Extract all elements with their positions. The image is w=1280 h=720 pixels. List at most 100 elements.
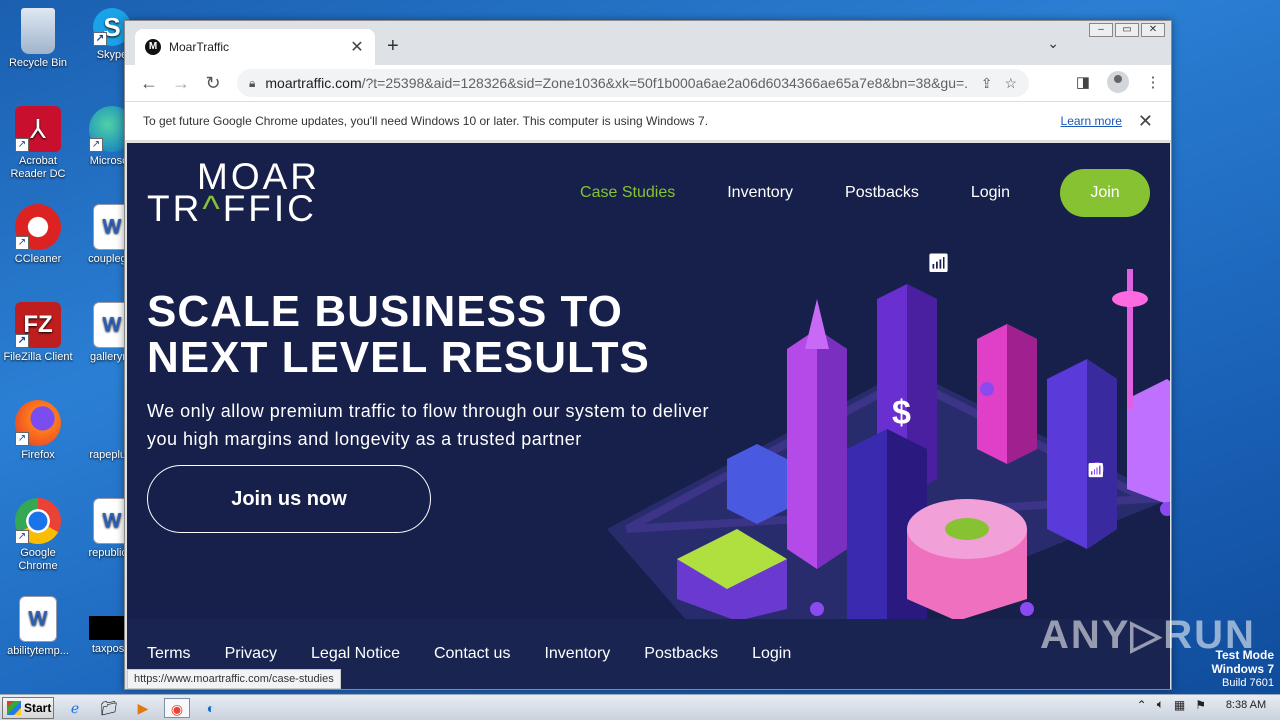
tray-expand-icon[interactable]: ⌃: [1137, 698, 1147, 712]
footer-login-link[interactable]: Login: [752, 645, 791, 663]
address-bar[interactable]: 🔒︎ moartraffic.com/?t=25398&aid=128326&s…: [237, 69, 1029, 97]
desktop-icon-recycle-bin[interactable]: Recycle Bin: [0, 8, 76, 70]
footer-inventory-link[interactable]: Inventory: [544, 645, 610, 663]
share-icon[interactable]: ⇪: [981, 75, 993, 92]
hero-title-line: SCALE BUSINESS TO: [147, 287, 623, 336]
maximize-icon[interactable]: ▭: [1115, 23, 1139, 37]
logo-caret: ^: [202, 188, 223, 229]
desktop-icon-acrobat[interactable]: ⅄ ↗ Acrobat Reader DC: [0, 106, 76, 181]
ccleaner-icon: ↗: [15, 204, 61, 250]
action-center-flag-icon[interactable]: ⚑: [1195, 698, 1206, 712]
desktop-icon-firefox[interactable]: ↗ Firefox: [0, 400, 76, 462]
edge-taskbar-icon[interactable]: ◐: [198, 698, 224, 718]
desktop-icon-label: Recycle Bin: [8, 57, 68, 69]
url-host: moartraffic.com: [265, 75, 362, 91]
browser-window: M MoarTraffic ✕ + ⌄ – ▭ ✕ ← → ↻ 🔒︎ moart…: [124, 20, 1172, 690]
network-icon[interactable]: ▦: [1174, 698, 1185, 712]
chrome-taskbar-icon[interactable]: ◉: [164, 697, 190, 718]
reload-icon[interactable]: ↻: [197, 73, 229, 94]
word-document-icon: W: [19, 596, 57, 642]
footer-privacy-link[interactable]: Privacy: [225, 645, 277, 663]
nav-login[interactable]: Login: [971, 184, 1010, 202]
chrome-icon: ↗: [15, 498, 61, 544]
file-explorer-icon[interactable]: 📁︎: [96, 698, 122, 718]
media-player-icon[interactable]: ▶: [130, 698, 156, 718]
window-controls: – ▭ ✕: [1083, 21, 1171, 39]
internet-explorer-icon[interactable]: ℯ: [62, 698, 88, 718]
desktop-icon-label: Acrobat Reader DC: [10, 155, 66, 180]
toolbar-right: ◨ ⋮: [1073, 71, 1163, 93]
hero-title: SCALE BUSINESS TO NEXT LEVEL RESULTS: [147, 289, 650, 381]
desktop-icon-abilitytemp[interactable]: W abilitytemp...: [0, 596, 76, 658]
status-bar-url: https://www.moartraffic.com/case-studies: [127, 669, 341, 689]
footer-legal-notice-link[interactable]: Legal Notice: [311, 645, 400, 663]
filezilla-icon: FZ ↗: [15, 302, 61, 348]
test-mode-line: Windows 7: [1211, 662, 1274, 676]
volume-icon[interactable]: 🔈︎: [1157, 697, 1164, 712]
kebab-menu-icon[interactable]: ⋮: [1143, 73, 1163, 91]
site-nav: Case Studies Inventory Postbacks Login J…: [580, 169, 1150, 217]
web-page: MOAR TR ^ FFIC Case Studies Inventory Post…: [127, 143, 1170, 689]
start-label: Start: [24, 700, 52, 715]
firefox-icon: ↗: [15, 400, 61, 446]
desktop-icon-chrome[interactable]: ↗ Google Chrome: [0, 498, 76, 573]
close-window-icon[interactable]: ✕: [1141, 23, 1165, 37]
infobar-message: To get future Google Chrome updates, you…: [143, 114, 709, 128]
nav-postbacks[interactable]: Postbacks: [845, 184, 919, 202]
windows-logo-icon: [7, 700, 21, 715]
nav-inventory[interactable]: Inventory: [727, 184, 793, 202]
test-mode-line: Build 7601: [1222, 677, 1274, 689]
tab-bar: M MoarTraffic ✕ + ⌄: [125, 21, 1171, 65]
wifi-icon: 📶︎: [1087, 462, 1105, 478]
tab-moartraffic[interactable]: M MoarTraffic ✕: [135, 29, 375, 65]
wifi-icon: 📶︎: [927, 253, 950, 273]
forward-arrow-icon[interactable]: →: [165, 73, 197, 94]
desktop-icon-label: Firefox: [21, 449, 55, 461]
desktop-icon-label: Skype: [96, 49, 128, 61]
footer-postbacks-link[interactable]: Postbacks: [644, 645, 718, 663]
url-text[interactable]: moartraffic.com/?t=25398&aid=128326&sid=…: [265, 75, 968, 91]
recycle-bin-icon: [21, 8, 55, 54]
test-mode-line: Test Mode: [1215, 648, 1274, 662]
logo-part: TR: [147, 188, 203, 229]
site-favicon-icon: M: [145, 39, 161, 55]
desktop-icon-ccleaner[interactable]: ↗ CCleaner: [0, 204, 76, 266]
update-infobar: To get future Google Chrome updates, you…: [125, 101, 1171, 141]
join-us-now-button[interactable]: Join us now: [147, 465, 431, 533]
hero-subtitle-line: We only allow premium traffic to flow th…: [147, 401, 710, 421]
acrobat-icon: ⅄ ↗: [15, 106, 61, 152]
taskbar-clock[interactable]: 8:38 AM: [1216, 699, 1276, 711]
moartraffic-logo[interactable]: MOAR TR ^ FFIC: [147, 158, 320, 229]
test-mode-notice: Test Mode Windows 7 Build 7601: [1211, 648, 1274, 690]
desktop-icon-label: Google Chrome: [18, 547, 58, 572]
profile-avatar-icon[interactable]: [1107, 71, 1129, 93]
nav-case-studies[interactable]: Case Studies: [580, 184, 675, 202]
taskbar: Start ℯ 📁︎ ▶ ◉ ◐ ⌃ 🔈︎ ▦ ⚑ 8:38 AM: [0, 694, 1280, 720]
hero-title-line: NEXT LEVEL RESULTS: [147, 333, 650, 382]
tab-title: MoarTraffic: [169, 40, 230, 54]
hero-subtitle-line: you high margins and longevity as a trus…: [147, 429, 582, 449]
tab-search-chevron-down-icon[interactable]: ⌄: [1047, 35, 1059, 52]
learn-more-link[interactable]: Learn more: [1061, 114, 1122, 128]
back-arrow-icon[interactable]: ←: [133, 73, 165, 94]
desktop-icon-filezilla[interactable]: FZ ↗ FileZilla Client: [0, 302, 76, 364]
new-tab-icon[interactable]: +: [387, 35, 399, 58]
logo-line2: TR ^ FFIC: [147, 188, 320, 229]
desktop-icon-label: FileZilla Client: [3, 351, 73, 363]
close-tab-icon[interactable]: ✕: [349, 37, 365, 57]
lock-icon[interactable]: 🔒︎: [249, 76, 255, 91]
desktop-icon-label: abilitytemp...: [7, 645, 69, 657]
join-button[interactable]: Join: [1060, 169, 1150, 217]
start-button[interactable]: Start: [2, 696, 54, 719]
system-tray: ⌃ 🔈︎ ▦ ⚑ 8:38 AM: [1137, 697, 1276, 712]
minimize-icon[interactable]: –: [1089, 23, 1113, 37]
desktop-icon-label: CCleaner: [14, 253, 62, 265]
dollar-sign-icon: $: [892, 394, 911, 432]
footer-contact-link[interactable]: Contact us: [434, 645, 510, 663]
hero-subtitle: We only allow premium traffic to flow th…: [147, 397, 807, 453]
side-panel-icon[interactable]: ◨: [1073, 73, 1093, 91]
browser-toolbar: ← → ↻ 🔒︎ moartraffic.com/?t=25398&aid=12…: [125, 65, 1171, 101]
footer-terms-link[interactable]: Terms: [147, 645, 191, 663]
bookmark-star-icon[interactable]: ☆: [1004, 75, 1017, 92]
infobar-close-icon[interactable]: ✕: [1138, 111, 1153, 132]
